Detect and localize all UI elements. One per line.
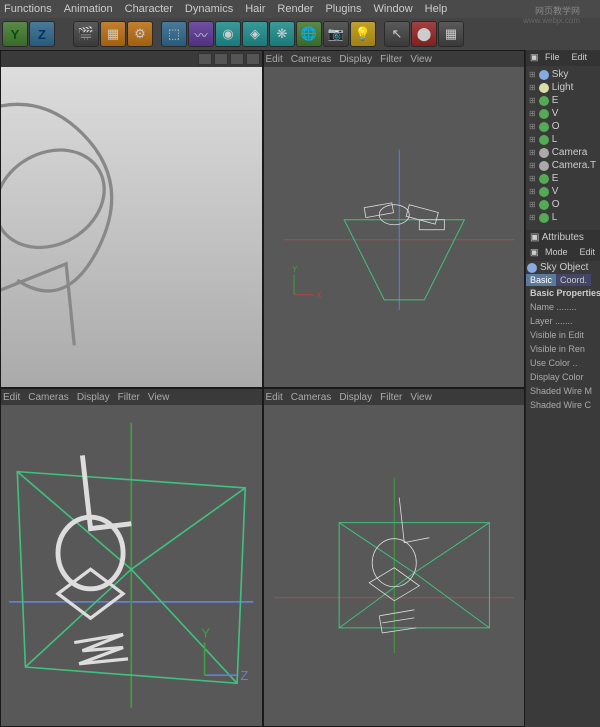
property-row[interactable]: Name ........ — [526, 300, 600, 314]
menu-animation[interactable]: Animation — [64, 3, 113, 15]
object-item[interactable]: ⊞L — [528, 211, 598, 224]
vp-nav-icon[interactable] — [214, 53, 228, 65]
tab-mode[interactable]: ▣ Mode — [526, 245, 576, 261]
vp-menu-display[interactable]: Display — [339, 392, 372, 403]
render-settings-icon[interactable]: ⚙ — [127, 21, 153, 47]
svg-text:X: X — [316, 291, 322, 300]
svg-text:Z: Z — [240, 669, 248, 684]
render-icon[interactable]: ▦ — [100, 21, 126, 47]
vp-menu-filter[interactable]: Filter — [380, 54, 402, 65]
viewport-top[interactable]: Edit Cameras Display Filter View Top — [263, 50, 526, 388]
vp-nav-icon[interactable] — [198, 53, 212, 65]
tag-icon[interactable]: ▦ — [438, 21, 464, 47]
object-list[interactable]: ⊞Sky⊞Light⊞E⊞V⊞O⊞L⊞Camera⊞Camera.T⊞E⊞V⊞O… — [526, 66, 600, 226]
axis-z-button[interactable]: Z — [29, 21, 55, 47]
object-item[interactable]: ⊞Camera.T — [528, 159, 598, 172]
menu-help[interactable]: Help — [425, 3, 448, 15]
vp-menu-display[interactable]: Display — [77, 392, 110, 403]
object-item[interactable]: ⊞E — [528, 94, 598, 107]
vp-menu-display[interactable]: Display — [339, 54, 372, 65]
menu-character[interactable]: Character — [125, 3, 173, 15]
vp-menu-filter[interactable]: Filter — [380, 392, 402, 403]
object-item[interactable]: ⊞V — [528, 185, 598, 198]
viewport-right[interactable]: Edit Cameras Display Filter View — [0, 388, 263, 726]
menu-functions[interactable]: Functions — [4, 3, 52, 15]
object-item[interactable]: ⊞V — [528, 107, 598, 120]
top-canvas[interactable]: X Y — [264, 67, 525, 387]
section-basic-properties: Basic Properties — [526, 286, 600, 300]
subtab-coord[interactable]: Coord. — [556, 274, 591, 286]
vp-menu-filter[interactable]: Filter — [118, 392, 140, 403]
menu-plugins[interactable]: Plugins — [325, 3, 361, 15]
main-toolbar: Y Z 🎬 ▦ ⚙ ⬚ 〰 ◉ ◈ ❋ 🌐 📷 💡 ↖ ⬤ ▦ — [0, 18, 600, 50]
menu-render[interactable]: Render — [277, 3, 313, 15]
tab-edit[interactable]: Edit — [576, 245, 600, 261]
viewport-perspective[interactable] — [0, 50, 263, 388]
menu-window[interactable]: Window — [374, 3, 413, 15]
main-menubar: Functions Animation Character Dynamics H… — [0, 0, 600, 18]
camera-icon[interactable]: 📷 — [323, 21, 349, 47]
vp-menu-cameras[interactable]: Cameras — [291, 54, 332, 65]
property-row[interactable]: Use Color .. — [526, 356, 600, 370]
cube-icon[interactable]: ⬚ — [161, 21, 187, 47]
tab-file[interactable]: ▣ File — [526, 50, 568, 66]
watermark-url: www.webjx.com — [523, 16, 580, 25]
viewport-front[interactable]: Edit Cameras Display Filter View Front — [263, 388, 526, 726]
environment-icon[interactable]: 🌐 — [296, 21, 322, 47]
front-canvas[interactable] — [264, 405, 525, 725]
nurbs-icon[interactable]: ◉ — [215, 21, 241, 47]
property-row[interactable]: Visible in Edit — [526, 328, 600, 342]
right-panel: ▣ File Edit ⊞Sky⊞Light⊞E⊞V⊞O⊞L⊞Camera⊞Ca… — [525, 50, 600, 600]
clapper-icon[interactable]: 🎬 — [73, 21, 99, 47]
property-row[interactable]: Shaded Wire M — [526, 384, 600, 398]
object-item[interactable]: ⊞Sky — [528, 68, 598, 81]
object-item[interactable]: ⊞Light — [528, 81, 598, 94]
menu-hair[interactable]: Hair — [245, 3, 265, 15]
object-item[interactable]: ⊞E — [528, 172, 598, 185]
object-item[interactable]: ⊞O — [528, 120, 598, 133]
record-icon[interactable]: ⬤ — [411, 21, 437, 47]
subtab-basic[interactable]: Basic — [526, 274, 556, 286]
tab-edit[interactable]: Edit — [568, 50, 592, 66]
property-row[interactable]: Shaded Wire C — [526, 398, 600, 412]
svg-text:Y: Y — [292, 265, 298, 274]
deformer-icon[interactable]: ❋ — [269, 21, 295, 47]
vp-menu-view[interactable]: View — [148, 392, 170, 403]
axis-y-button[interactable]: Y — [2, 21, 28, 47]
vp-nav-icon[interactable] — [246, 53, 260, 65]
vp-menu-edit[interactable]: Edit — [266, 392, 283, 403]
select-icon[interactable]: ↖ — [384, 21, 410, 47]
menu-dynamics[interactable]: Dynamics — [185, 3, 233, 15]
vp-nav-icon[interactable] — [230, 53, 244, 65]
vp-menu-edit[interactable]: Edit — [3, 392, 20, 403]
vp-menu-view[interactable]: View — [410, 392, 432, 403]
property-row[interactable]: Layer ....... — [526, 314, 600, 328]
render-canvas[interactable] — [1, 67, 262, 387]
vp-menu-cameras[interactable]: Cameras — [28, 392, 69, 403]
object-item[interactable]: ⊞O — [528, 198, 598, 211]
vp-menu-cameras[interactable]: Cameras — [291, 392, 332, 403]
property-row[interactable]: Visible in Ren — [526, 342, 600, 356]
object-manager-tabs: ▣ File Edit — [526, 50, 600, 66]
attributes-title: ▣ Attributes — [526, 230, 600, 245]
vp-menu-view[interactable]: View — [410, 54, 432, 65]
generator-icon[interactable]: ◈ — [242, 21, 268, 47]
light-icon[interactable]: 💡 — [350, 21, 376, 47]
viewport-area: Edit Cameras Display Filter View Top — [0, 50, 600, 468]
spline-icon[interactable]: 〰 — [188, 21, 214, 47]
right-canvas[interactable]: Z Y — [1, 405, 262, 725]
vp-menu-edit[interactable]: Edit — [266, 54, 283, 65]
object-item[interactable]: ⊞Camera — [528, 146, 598, 159]
svg-text:Y: Y — [201, 626, 210, 641]
selected-object-label: Sky Object — [526, 261, 600, 274]
property-row[interactable]: Display Color — [526, 370, 600, 384]
object-item[interactable]: ⊞L — [528, 133, 598, 146]
